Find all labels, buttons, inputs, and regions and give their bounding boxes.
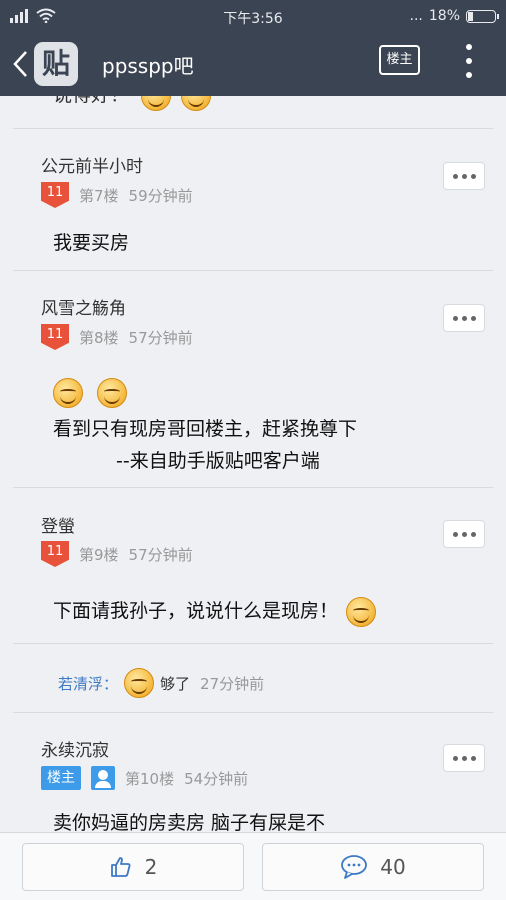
only-owner-button[interactable]: 楼主 — [379, 45, 420, 75]
post-time: 57分钟前 — [128, 545, 193, 564]
like-button[interactable]: 2 — [22, 843, 244, 891]
owner-badge: 楼主 — [41, 766, 81, 790]
floor-number: 第10楼 — [125, 769, 175, 788]
level-badge: 11 — [41, 182, 69, 208]
sub-reply[interactable]: 若清浮： 够了 27分钟前 — [58, 668, 264, 698]
divider — [13, 487, 493, 488]
reply-time: 27分钟前 — [200, 674, 265, 693]
floor-number: 第8楼 — [79, 328, 119, 347]
post-username[interactable]: 永续沉寂 — [41, 736, 109, 761]
like-count: 2 — [144, 855, 158, 879]
divider — [13, 270, 493, 271]
user-avatar-icon — [91, 766, 115, 790]
back-arrow-icon[interactable] — [10, 49, 32, 79]
tieba-logo[interactable]: 贴 — [34, 42, 78, 86]
post-time: 57分钟前 — [128, 328, 193, 347]
post-text: 我要买房 — [53, 232, 130, 254]
comment-icon — [341, 855, 368, 879]
title-bar: 贴 ppsspp吧 楼主 — [0, 34, 506, 96]
post-more-button[interactable] — [443, 520, 485, 548]
floor-number: 第9楼 — [79, 545, 119, 564]
post-more-button[interactable] — [443, 304, 485, 332]
status-dots: ... — [409, 8, 423, 24]
divider — [13, 712, 493, 713]
divider — [13, 128, 493, 129]
reply-username[interactable]: 若清浮： — [58, 673, 118, 694]
divider — [13, 643, 493, 644]
floor-number: 第7楼 — [79, 186, 119, 205]
reply-text: 够了 — [160, 674, 191, 693]
status-bar: 下午3:56 ... 18% — [0, 0, 506, 34]
page-title: ppsspp吧 — [102, 54, 194, 78]
smile-emoji-icon — [141, 96, 172, 111]
post-list[interactable]: 说得好！ 公元前半小时 11 第7楼 59分钟前 我要买房 风雪之觞角 11 第… — [0, 96, 506, 832]
post-text: 卖你妈逼的房卖房 脑子有屎是不 — [53, 812, 326, 832]
post-more-button[interactable] — [443, 744, 485, 772]
smile-emoji-icon — [124, 668, 155, 698]
smile-emoji-icon — [346, 596, 377, 627]
battery-icon — [466, 9, 499, 23]
level-badge: 11 — [41, 541, 69, 567]
smile-emoji-icon — [97, 378, 128, 408]
post-text: 下面请我孙子，说说什么是现房！ — [53, 600, 339, 622]
post-time: 54分钟前 — [184, 769, 249, 788]
smile-emoji-icon — [181, 96, 212, 111]
level-badge: 11 — [41, 324, 69, 350]
post-username[interactable]: 登螢 — [41, 512, 75, 537]
smile-emoji-icon — [53, 378, 83, 408]
post-time: 59分钟前 — [128, 186, 193, 205]
thumbs-up-icon — [110, 857, 131, 877]
post-username[interactable]: 风雪之觞角 — [41, 294, 126, 319]
post-username[interactable]: 公元前半小时 — [41, 152, 143, 177]
comment-count: 40 — [380, 855, 406, 879]
post-text: 看到只有现房哥回楼主，赶紧挽尊下 — [53, 418, 358, 440]
more-vert-icon[interactable] — [461, 44, 477, 78]
top-fragment: 说得好！ — [53, 96, 212, 111]
battery-percent: 18% — [428, 8, 460, 24]
post-signature: --来自助手版贴吧客户端 — [116, 450, 320, 472]
bottom-bar: 2 40 — [0, 832, 506, 900]
comment-button[interactable]: 40 — [262, 843, 484, 891]
post-more-button[interactable] — [443, 162, 485, 190]
